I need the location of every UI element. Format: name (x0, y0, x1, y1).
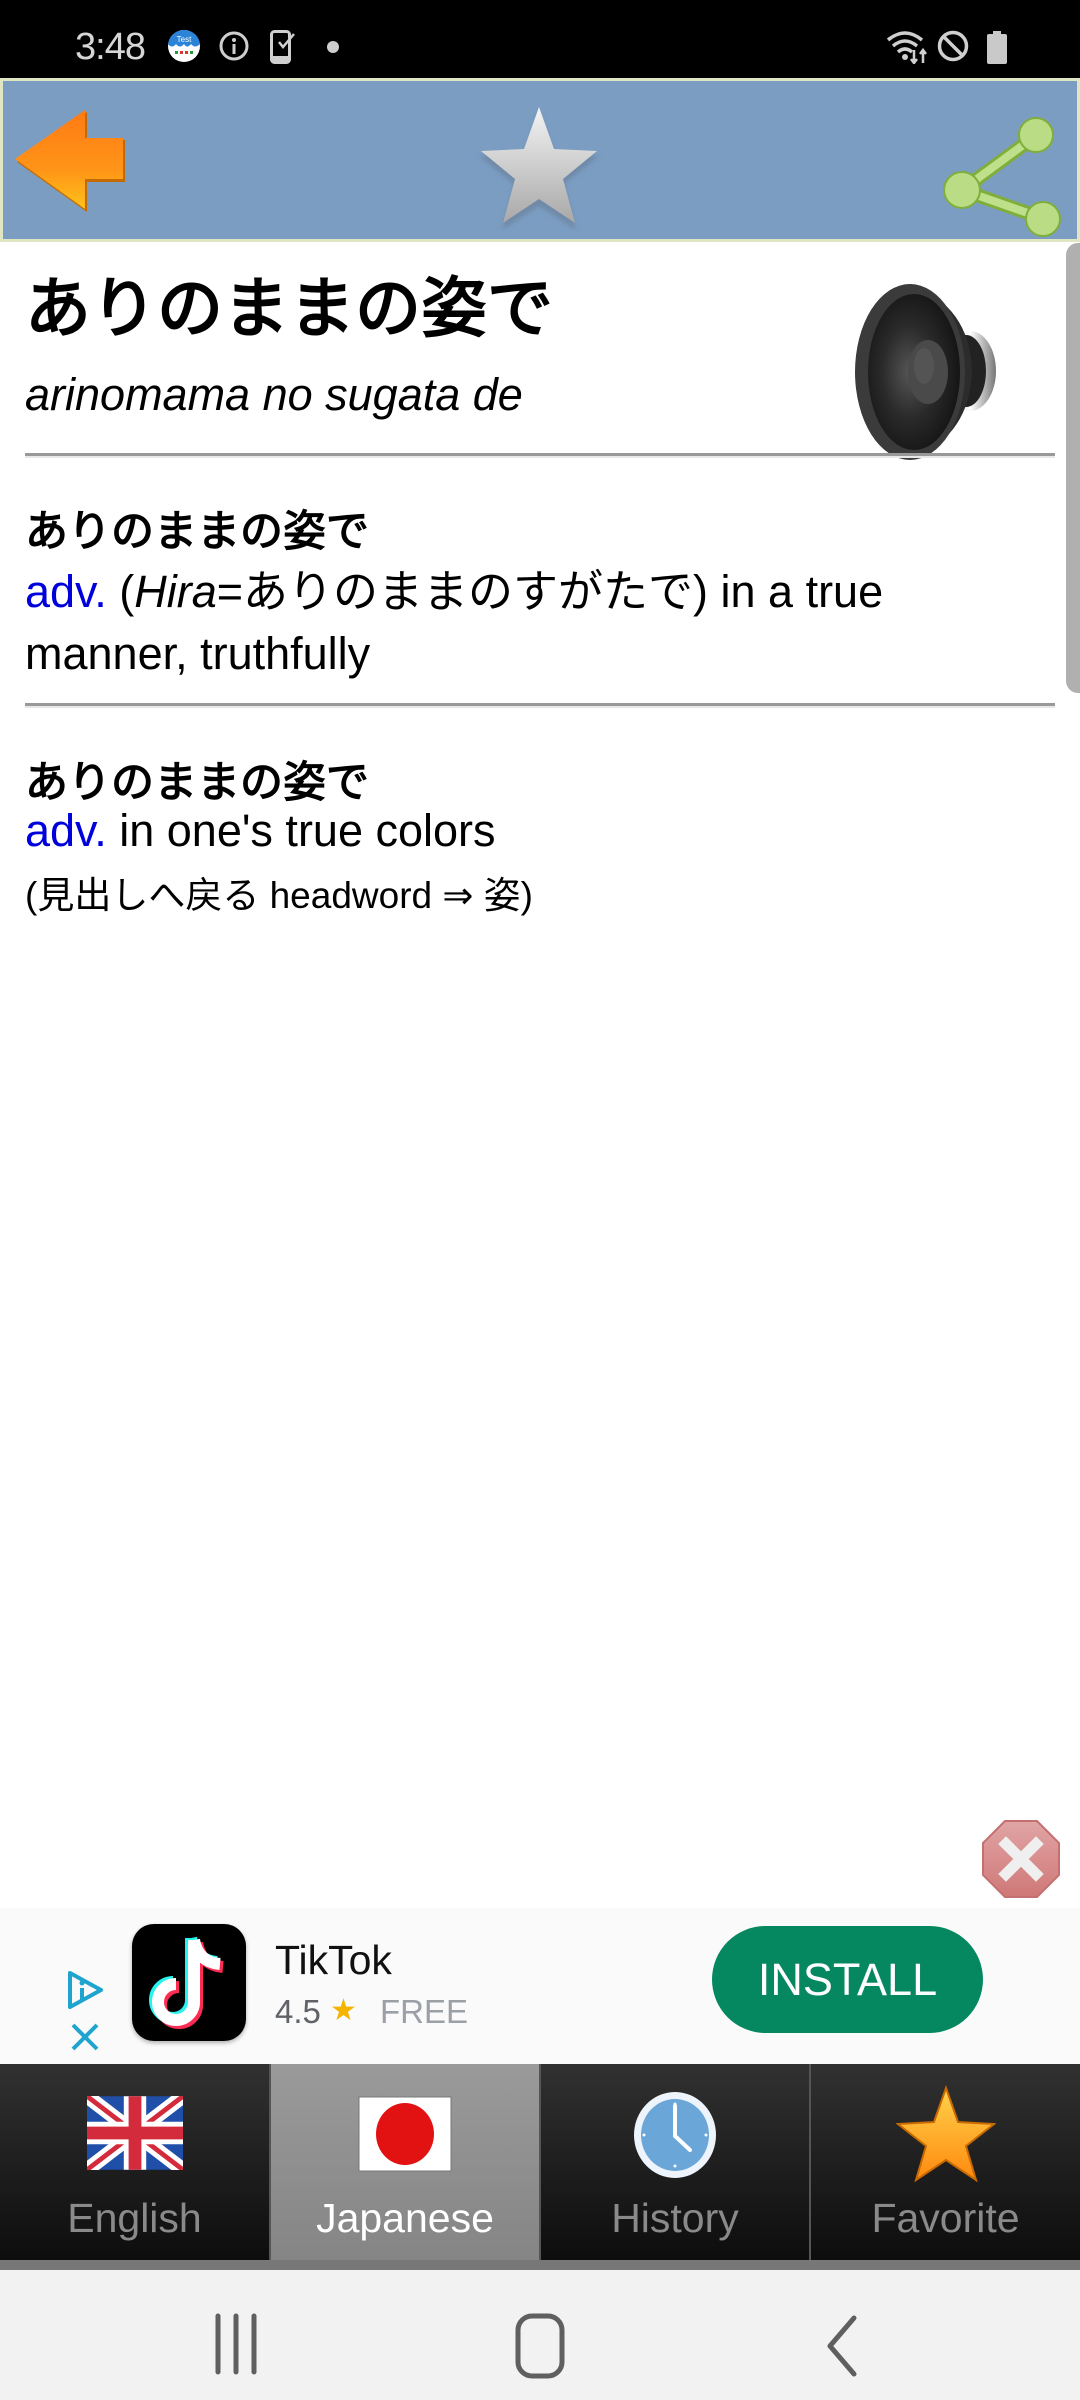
hira-label: Hira (134, 566, 217, 617)
status-time: 3:48 (75, 26, 146, 68)
bottom-tab-bar: English Japanese History Favorite (0, 2064, 1080, 2270)
sense-definition: adv. (Hira=ありのままのすがたで) in a true (25, 561, 883, 623)
sense-definition: adv. in one's true colors (25, 800, 496, 862)
tab-label: English (67, 2195, 202, 2241)
star-outline-icon (479, 107, 599, 230)
divider (25, 703, 1055, 708)
phone-check-icon (270, 30, 296, 69)
sense-definition-continued: manner, truthfully (25, 628, 371, 679)
definition-open-paren: ( (119, 566, 135, 617)
clock-icon (632, 2090, 718, 2185)
ad-rating: 4.5 (275, 1993, 321, 2030)
share-icon (943, 117, 1061, 237)
do-not-disturb-icon (937, 30, 969, 67)
back-arrow-icon (15, 110, 125, 212)
uk-flag-icon (82, 2090, 187, 2176)
tab-history[interactable]: History (541, 2064, 811, 2260)
part-of-speech: adv. (25, 566, 107, 617)
dictionary-entry (0, 242, 1080, 1822)
back-button[interactable] (13, 108, 131, 216)
divider (25, 453, 1055, 458)
notification-dot-icon (327, 40, 339, 58)
home-icon (515, 2313, 565, 2379)
close-ad-button[interactable] (982, 1820, 1060, 1898)
install-button[interactable]: INSTALL (712, 1926, 983, 2033)
adchoices-icon[interactable] (66, 1970, 106, 2015)
recent-apps-button[interactable] (212, 2312, 262, 2381)
ad-app-name: TikTok (275, 1937, 392, 1983)
definition-text: in one's true colors (119, 805, 496, 856)
tiktok-logo-icon (149, 1936, 224, 2029)
tab-label: History (611, 2195, 739, 2241)
info-icon (218, 30, 250, 67)
sense-heading: ありのままの姿で (25, 508, 369, 556)
ad-price: FREE (380, 1993, 469, 2030)
battery-icon (987, 31, 1007, 69)
japan-flag-icon (358, 2096, 452, 2177)
back-chevron-icon (827, 2315, 857, 2377)
ad-dismiss-icon[interactable] (70, 2022, 100, 2057)
back-nav-button[interactable] (824, 2314, 860, 2383)
sense-heading: ありのままの姿で (25, 759, 369, 807)
home-button[interactable] (514, 2312, 566, 2385)
share-button[interactable] (940, 115, 1062, 239)
test-app-icon: Test (167, 29, 201, 68)
tiktok-app-icon[interactable] (132, 1924, 246, 2041)
tab-label: Japanese (316, 2195, 494, 2241)
toolbar (0, 78, 1080, 242)
status-bar: 3:48 Test (0, 0, 1080, 78)
star-icon (894, 2084, 997, 2189)
wifi-icon (885, 30, 929, 69)
system-navigation-bar (0, 2270, 1080, 2400)
rating-star-icon: ★ (330, 1994, 357, 2027)
close-icon (982, 1820, 1060, 1898)
tab-english[interactable]: English (0, 2064, 271, 2260)
tab-label: Favorite (871, 2195, 1020, 2241)
romaji-reading: arinomama no sugata de (25, 369, 523, 420)
headword-link[interactable]: (見出しへ戻る headword ⇒ 姿) (25, 877, 533, 914)
part-of-speech: adv. (25, 805, 107, 856)
tab-favorite[interactable]: Favorite (811, 2064, 1080, 2260)
pronounce-button[interactable] (850, 276, 1010, 466)
headword: ありのままの姿で (25, 271, 553, 345)
speaker-icon (855, 284, 996, 460)
tab-japanese[interactable]: Japanese (271, 2064, 541, 2260)
definition-text: =ありのままのすがたで) in a true (216, 566, 884, 617)
favorite-toggle-button[interactable] (475, 103, 603, 231)
scrollbar[interactable] (1066, 243, 1080, 693)
test-app-label: Test (177, 35, 192, 44)
recent-apps-icon (215, 2313, 257, 2375)
